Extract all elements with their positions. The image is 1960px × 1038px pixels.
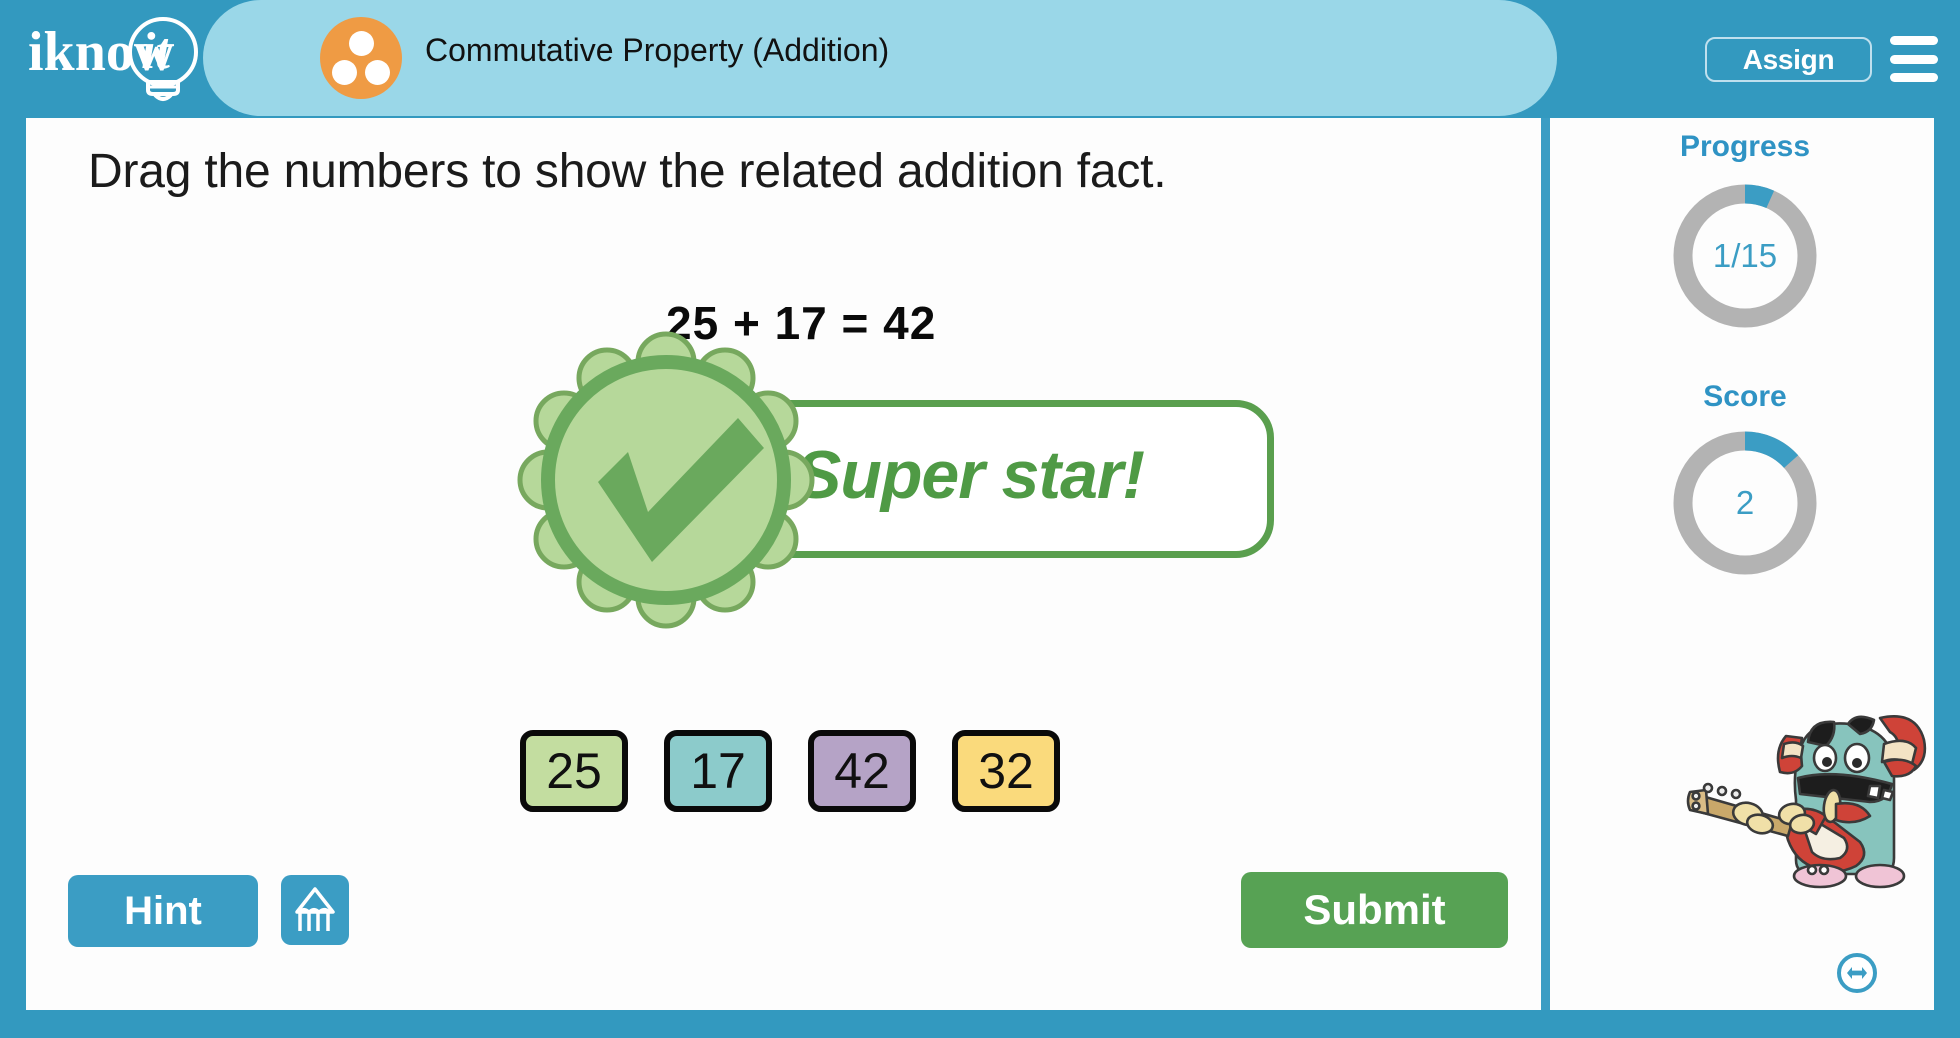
tile-17[interactable]: 17 bbox=[664, 730, 772, 812]
feedback-text: Super star! bbox=[796, 437, 1145, 513]
progress-ring: 1/15 bbox=[1665, 176, 1825, 336]
score-label: Score bbox=[1703, 380, 1787, 413]
progress-value: 1/15 bbox=[1712, 237, 1778, 274]
green-checkmark-rosette-icon bbox=[517, 331, 815, 629]
iknowit-logo[interactable]: iknow it bbox=[22, 8, 222, 108]
hint-button[interactable]: Hint bbox=[68, 875, 258, 947]
tile-25[interactable]: 25 bbox=[520, 730, 628, 812]
resize-horizontal-icon[interactable] bbox=[1836, 952, 1878, 994]
app-header: iknow it Commutative Property (Addition)… bbox=[0, 0, 1960, 118]
pencil-scratchpad-icon[interactable] bbox=[281, 875, 349, 945]
score-value: 2 bbox=[1735, 484, 1755, 521]
hamburger-menu-icon[interactable] bbox=[1890, 36, 1938, 82]
tile-42[interactable]: 42 bbox=[808, 730, 916, 812]
submit-button[interactable]: Submit bbox=[1241, 872, 1508, 948]
number-tile-row: 25 17 42 32 bbox=[520, 730, 1060, 812]
progress-label: Progress bbox=[1679, 130, 1811, 163]
panel-divider bbox=[1541, 118, 1550, 1010]
topic-title: Commutative Property (Addition) bbox=[425, 32, 890, 68]
assign-button[interactable]: Assign bbox=[1705, 37, 1872, 82]
three-dots-circle-icon bbox=[320, 17, 402, 99]
monster-guitar-mascot bbox=[1686, 715, 1927, 889]
instruction-text: Drag the numbers to show the related add… bbox=[88, 145, 1167, 198]
question-panel: Drag the numbers to show the related add… bbox=[26, 118, 1934, 1010]
topic-tab: Commutative Property (Addition) bbox=[203, 0, 1557, 116]
tile-32[interactable]: 32 bbox=[952, 730, 1060, 812]
status-sidebar: Progress 1/15 Score 2 bbox=[1556, 118, 1934, 1010]
svg-text:it: it bbox=[141, 23, 171, 80]
score-ring: 2 bbox=[1665, 423, 1825, 583]
feedback-banner: Super star! bbox=[516, 331, 1274, 629]
